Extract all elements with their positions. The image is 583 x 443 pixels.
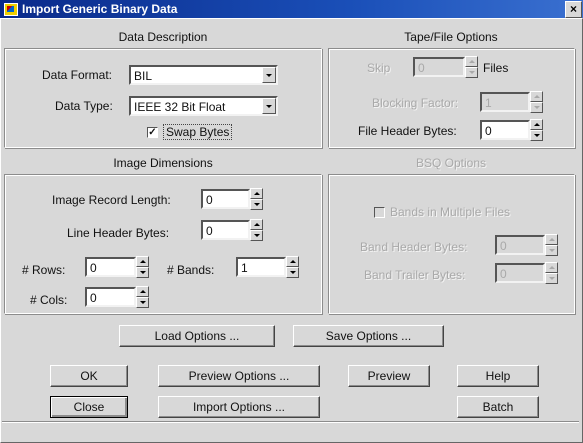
blocking-factor-spinner[interactable] bbox=[530, 91, 543, 113]
title-bar: Import Generic Binary Data × bbox=[0, 0, 583, 18]
spin-up-icon[interactable] bbox=[286, 256, 299, 267]
bands-multiple-files-checkbox[interactable] bbox=[374, 207, 385, 218]
file-header-bytes-spinner[interactable] bbox=[530, 119, 543, 141]
band-header-bytes-field[interactable]: 0 bbox=[495, 235, 545, 255]
spin-down-icon[interactable] bbox=[465, 67, 478, 78]
window-title: Import Generic Binary Data bbox=[22, 2, 178, 16]
data-type-label: Data Type: bbox=[55, 99, 113, 113]
data-description-title: Data Description bbox=[118, 30, 208, 44]
close-window-button[interactable]: × bbox=[565, 1, 582, 18]
close-button[interactable]: Close bbox=[50, 396, 128, 418]
spin-down-icon[interactable] bbox=[545, 273, 558, 284]
cols-field[interactable]: 0 bbox=[85, 287, 136, 307]
band-header-bytes-spinner[interactable] bbox=[545, 234, 558, 256]
spin-up-icon[interactable] bbox=[545, 234, 558, 245]
files-label: Files bbox=[483, 61, 509, 75]
preview-button[interactable]: Preview bbox=[348, 365, 430, 387]
skip-field[interactable]: 0 bbox=[413, 57, 465, 77]
blocking-factor-label: Blocking Factor: bbox=[372, 96, 459, 110]
spin-up-icon[interactable] bbox=[250, 188, 263, 199]
spin-down-icon[interactable] bbox=[530, 102, 543, 113]
bsq-options-title: BSQ Options bbox=[415, 156, 487, 170]
file-header-bytes-field[interactable]: 0 bbox=[480, 120, 530, 140]
band-header-bytes-label: Band Header Bytes: bbox=[360, 240, 468, 254]
preview-options-button[interactable]: Preview Options ... bbox=[158, 365, 320, 387]
save-options-button[interactable]: Save Options ... bbox=[293, 325, 444, 347]
ok-button[interactable]: OK bbox=[50, 365, 128, 387]
line-header-bytes-spinner[interactable] bbox=[250, 219, 263, 241]
bands-multiple-files-label: Bands in Multiple Files bbox=[390, 205, 511, 219]
help-button[interactable]: Help bbox=[457, 365, 539, 387]
swap-bytes-label[interactable]: Swap Bytes bbox=[163, 124, 233, 140]
band-trailer-bytes-spinner[interactable] bbox=[545, 262, 558, 284]
data-format-label: Data Format: bbox=[42, 68, 113, 82]
spin-down-icon[interactable] bbox=[136, 297, 149, 308]
image-record-length-spinner[interactable] bbox=[250, 188, 263, 210]
app-icon bbox=[4, 3, 18, 16]
data-format-value: BIL bbox=[134, 69, 153, 83]
batch-button[interactable]: Batch bbox=[457, 396, 539, 418]
chevron-down-icon[interactable] bbox=[262, 67, 276, 83]
line-header-bytes-field[interactable]: 0 bbox=[201, 220, 250, 240]
cols-spinner[interactable] bbox=[136, 286, 149, 308]
data-type-value: IEEE 32 Bit Float bbox=[134, 100, 226, 114]
file-header-bytes-label: File Header Bytes: bbox=[358, 124, 457, 138]
spin-down-icon[interactable] bbox=[530, 130, 543, 141]
line-header-bytes-label: Line Header Bytes: bbox=[67, 226, 170, 240]
spin-up-icon[interactable] bbox=[545, 262, 558, 273]
spin-up-icon[interactable] bbox=[136, 286, 149, 297]
rows-field[interactable]: 0 bbox=[85, 257, 136, 277]
cols-label: # Cols: bbox=[30, 293, 68, 307]
image-record-length-label: Image Record Length: bbox=[52, 193, 171, 207]
bands-field[interactable]: 1 bbox=[236, 257, 286, 277]
spin-up-icon[interactable] bbox=[465, 56, 478, 67]
image-record-length-field[interactable]: 0 bbox=[201, 189, 250, 209]
rows-label: # Rows: bbox=[22, 263, 66, 277]
spin-up-icon[interactable] bbox=[530, 91, 543, 102]
skip-label: Skip bbox=[367, 61, 391, 75]
spin-down-icon[interactable] bbox=[136, 267, 149, 278]
load-options-button[interactable]: Load Options ... bbox=[119, 325, 275, 347]
spin-up-icon[interactable] bbox=[136, 256, 149, 267]
spin-down-icon[interactable] bbox=[250, 199, 263, 210]
spin-up-icon[interactable] bbox=[250, 219, 263, 230]
spin-down-icon[interactable] bbox=[545, 245, 558, 256]
spin-down-icon[interactable] bbox=[250, 230, 263, 241]
blocking-factor-field[interactable]: 1 bbox=[480, 92, 530, 112]
swap-bytes-checkbox[interactable]: ✓ bbox=[147, 127, 158, 138]
bands-label: # Bands: bbox=[167, 263, 215, 277]
bands-spinner[interactable] bbox=[286, 256, 299, 278]
data-format-select[interactable]: BIL bbox=[129, 65, 278, 85]
tape-file-title: Tape/File Options bbox=[404, 30, 498, 44]
status-bar bbox=[2, 421, 579, 440]
data-type-select[interactable]: IEEE 32 Bit Float bbox=[129, 96, 278, 116]
spin-down-icon[interactable] bbox=[286, 267, 299, 278]
band-trailer-bytes-label: Band Trailer Bytes: bbox=[364, 268, 466, 282]
rows-spinner[interactable] bbox=[136, 256, 149, 278]
import-options-button[interactable]: Import Options ... bbox=[158, 396, 320, 418]
image-dimensions-title: Image Dimensions bbox=[113, 156, 213, 170]
spin-up-icon[interactable] bbox=[530, 119, 543, 130]
skip-spinner[interactable] bbox=[465, 56, 478, 78]
chevron-down-icon[interactable] bbox=[262, 98, 276, 114]
band-trailer-bytes-field[interactable]: 0 bbox=[495, 263, 545, 283]
